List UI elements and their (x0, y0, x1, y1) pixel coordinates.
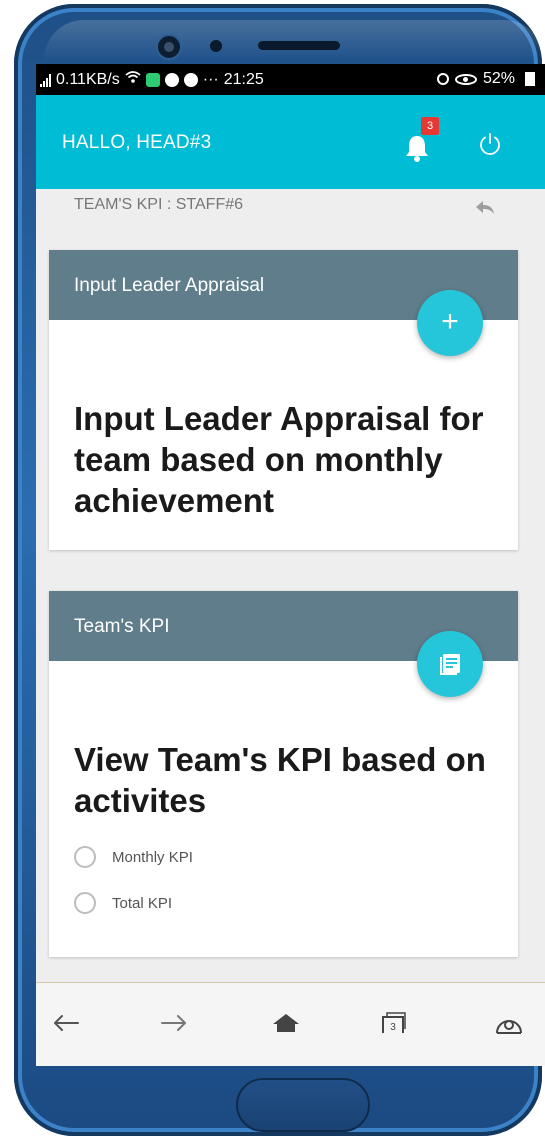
menu-icon[interactable] (491, 1005, 527, 1041)
wifi-icon (125, 70, 141, 89)
team-kpi-description: View Team's KPI based on activites (74, 741, 486, 819)
appraisal-description: Input Leader Appraisal for team based on… (74, 400, 484, 519)
total-kpi-radio[interactable] (74, 892, 96, 914)
view-kpi-button[interactable] (417, 631, 483, 697)
signal-icon (40, 73, 51, 87)
add-appraisal-button[interactable]: + (417, 290, 483, 356)
status-bar: 0.11KB/s ··· 21:25 52% (36, 64, 545, 95)
tabs-icon[interactable]: 3 (376, 1005, 412, 1041)
notification-badge: 3 (421, 117, 439, 135)
reply-back-icon[interactable] (474, 198, 496, 216)
page-subtitle: TEAM'S KPI : STAFF#6 (74, 196, 244, 213)
battery-icon (525, 72, 535, 86)
total-kpi-option[interactable]: Total KPI (74, 892, 172, 914)
tab-count: 3 (390, 1022, 396, 1033)
appraisal-card-title: Input Leader Appraisal (74, 275, 265, 296)
earpiece-speaker (258, 41, 340, 50)
back-icon[interactable] (48, 1005, 84, 1041)
status-right: 52% (436, 70, 535, 88)
bottom-nav: 3 (36, 982, 545, 1066)
status-left: 0.11KB/s ··· 21:25 (40, 70, 264, 89)
network-speed: 0.11KB/s (56, 70, 120, 88)
proximity-sensor (210, 40, 222, 52)
appraisal-card: Input Leader Appraisal + Input Leader Ap… (49, 250, 518, 550)
team-kpi-card-title: Team's KPI (74, 616, 170, 637)
monthly-kpi-radio[interactable] (74, 846, 96, 868)
chat-icon (164, 72, 179, 87)
battery-percent: 52% (482, 70, 515, 87)
total-kpi-label: Total KPI (112, 894, 173, 912)
home-button[interactable] (236, 1078, 370, 1132)
power-icon[interactable] (477, 131, 503, 157)
team-kpi-card: Team's KPI View Team's KPI based on acti… (49, 591, 518, 957)
home-icon[interactable] (268, 1005, 304, 1041)
screen: 0.11KB/s ··· 21:25 52% HALLO, HEAD#3 3 T… (36, 64, 545, 1066)
list-icon (440, 654, 460, 675)
app-bar: HALLO, HEAD#3 3 (36, 95, 545, 189)
more-dots: ··· (202, 70, 219, 88)
forward-icon[interactable] (156, 1005, 192, 1041)
monthly-kpi-label: Monthly KPI (112, 848, 193, 866)
eye-icon (454, 73, 477, 85)
alarm-icon (436, 73, 449, 85)
bell-icon[interactable] (404, 133, 430, 163)
app-notification-icon (145, 72, 160, 87)
phone-sheen (44, 20, 544, 60)
front-camera (156, 34, 182, 60)
monthly-kpi-option[interactable]: Monthly KPI (74, 846, 193, 868)
status-time: 21:25 (223, 70, 264, 88)
sync-icon (183, 72, 198, 87)
greeting-title: HALLO, HEAD#3 (62, 132, 212, 153)
plus-icon: + (441, 304, 459, 338)
